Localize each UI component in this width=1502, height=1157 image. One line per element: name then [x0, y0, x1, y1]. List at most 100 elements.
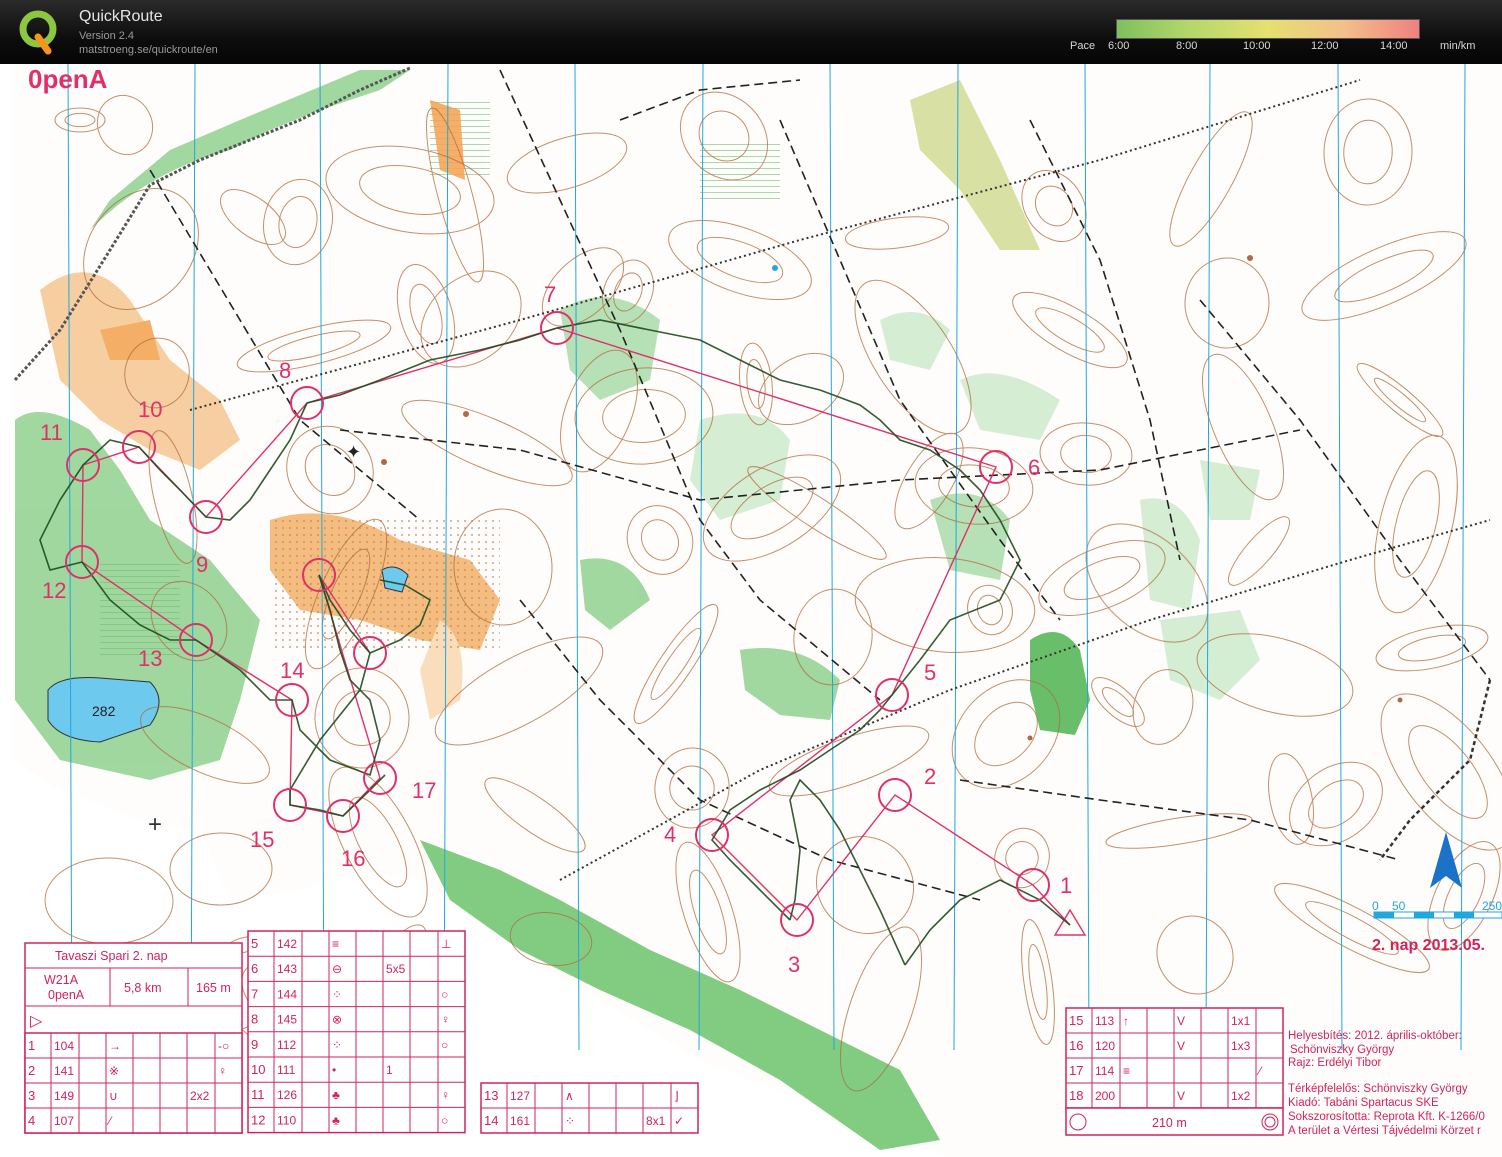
sheet-cell-code: 161 [510, 1114, 530, 1128]
sheet-cell-n: 17 [1069, 1063, 1083, 1078]
control-number: 10 [138, 397, 162, 422]
sheet-cell-s2: V [1177, 1089, 1185, 1103]
sheet-cell-code: 111 [277, 1063, 296, 1077]
sheet-cell-n: 6 [251, 961, 258, 976]
pace-color-scale [1116, 19, 1420, 39]
sheet-cell-code: 144 [277, 987, 297, 1001]
black-cross-icon: ✦ [346, 442, 361, 462]
sheet-cell-n: 15 [1069, 1013, 1083, 1028]
sheet-cell-n: 1 [28, 1038, 35, 1053]
sheet-cell-code: 104 [54, 1039, 74, 1053]
sheet-cell-n: 3 [28, 1088, 35, 1103]
sheet-cell-dim: 1x2 [1231, 1089, 1251, 1103]
sheet-cell-dim: 1 [386, 1063, 393, 1077]
sheet-event-title: Tavaszi Spari 2. nap [55, 949, 168, 963]
control-number: 13 [138, 646, 162, 671]
pace-tick: 14:00 [1380, 40, 1408, 52]
quickroute-logo-icon [19, 10, 57, 55]
app-title: QuickRoute [79, 8, 163, 25]
sheet-cell-dim: 8x1 [646, 1114, 666, 1128]
credit-line: Rajz: Erdélyi Tibor [1288, 1057, 1381, 1069]
sheet-cell-n: 16 [1069, 1038, 1083, 1053]
map-cross-icon: + [148, 811, 162, 838]
sheet-cell-sym: ∧ [565, 1089, 574, 1103]
sheet-cell-sym: ※ [109, 1064, 119, 1078]
credit-line: Schönviszky György [1290, 1044, 1394, 1056]
sheet-cell-sym: ♣ [332, 1113, 340, 1127]
control-number: 8 [279, 358, 291, 383]
credit-line: Sokszorosította: Reprota Kft. K-1266/0 [1288, 1111, 1485, 1123]
app-header: QuickRoute Version 2.4 matstroeng.se/qui… [0, 0, 1502, 64]
sheet-cell-sym: ≡ [1123, 1064, 1130, 1078]
sheet-cell-s2: V [1177, 1014, 1185, 1028]
pace-unit: min/km [1440, 40, 1476, 52]
sheet-cell-extra: ○ [441, 1113, 448, 1127]
sheet-class: 0penA [48, 988, 85, 1002]
sheet-cell-n: 10 [251, 1062, 265, 1077]
sheet-length: 5,8 km [124, 981, 162, 995]
sheet-cell-code: 149 [54, 1089, 74, 1103]
sheet-cell-dim: 1x3 [1231, 1039, 1251, 1053]
control-number: 3 [788, 952, 800, 977]
pace-tick: 8:00 [1176, 40, 1198, 52]
sheet-cell-n: 13 [484, 1088, 498, 1103]
sheet-cell-sym: ⁘ [332, 987, 342, 1001]
control-number: 1 [1060, 873, 1072, 898]
orienteering-map[interactable]: 282 12345678910111213 14151617 ✦ + 0penA… [0, 64, 1502, 1157]
sheet-cell-sym: ⊗ [332, 1013, 342, 1027]
sheet-cell-extra: ⌋ [674, 1089, 679, 1103]
pace-tick: 12:00 [1311, 40, 1339, 52]
sheet-cell-extra: ○ [441, 1038, 448, 1052]
sheet-cell-sym: → [109, 1039, 121, 1053]
sheet-cell-extra: ♀ [441, 1013, 450, 1027]
sheet-cell-code: 113 [1095, 1014, 1114, 1028]
sheet-cell-code: 114 [1095, 1064, 1114, 1078]
sheet-cell-n: 4 [28, 1113, 35, 1128]
sheet-cell-extra: -○ [218, 1039, 229, 1053]
lake-height-label: 282 [92, 703, 116, 719]
control-number: 15 [250, 827, 274, 852]
scale-number: 50 [1392, 899, 1406, 913]
pace-label: Pace [1070, 40, 1096, 52]
sheet-cell-n: 14 [484, 1113, 498, 1128]
map-date: 2. nap 2013.05. [1372, 937, 1485, 954]
sheet-cell-n: 18 [1069, 1088, 1083, 1103]
sheet-cell-extra: ♀ [218, 1064, 227, 1078]
sheet-cell-s2: V [1177, 1039, 1185, 1053]
sheet-cell-extra: ♀ [441, 1088, 450, 1102]
control-number: 5 [924, 660, 936, 685]
sheet-cell-dim: 2x2 [190, 1089, 210, 1103]
control-number: 4 [664, 822, 676, 847]
control-number: 16 [341, 846, 365, 871]
sheet-cell-extra: ✓ [674, 1114, 684, 1128]
control-number: 2 [924, 764, 936, 789]
sheet-cell-code: 200 [1095, 1089, 1115, 1103]
control-number: 7 [544, 282, 556, 307]
sheet-cell-extra: ○ [441, 987, 448, 1001]
sheet-cell-sym: • [332, 1063, 336, 1077]
sheet-cell-sym: ↑ [1123, 1014, 1129, 1028]
sheet-cell-n: 7 [251, 986, 258, 1001]
sheet-cell-code: 112 [277, 1038, 296, 1052]
credit-line: Térképfelelős: Schönviszky György [1288, 1083, 1468, 1095]
pace-tick: 10:00 [1243, 40, 1271, 52]
sheet-cell-code: 127 [510, 1089, 530, 1103]
sheet-cell-code: 143 [277, 962, 297, 976]
sheet-cell-code: 107 [54, 1114, 74, 1128]
control-number: 17 [412, 778, 436, 803]
credit-line: Kiadó: Tabáni Spartacus SKE [1288, 1097, 1439, 1109]
sheet-cell-sym: ♣ [332, 1088, 340, 1102]
scale-number: 250 [1482, 899, 1502, 913]
sheet-cell-sym: ∪ [109, 1089, 118, 1103]
scale-number: 0 [1372, 899, 1379, 913]
sheet-cell-sym: ≡ [332, 937, 339, 951]
app-url[interactable]: matstroeng.se/quickroute/en [79, 44, 218, 56]
sheet-cell-sym: ⊖ [332, 962, 342, 976]
sheet-climb: 165 m [196, 981, 231, 995]
sheet-cell-code: 126 [277, 1088, 297, 1102]
sheet-cell-code: 141 [54, 1064, 74, 1078]
sheet-start-icon: ▷ [30, 1013, 43, 1030]
control-number: 12 [42, 578, 66, 603]
pace-tick: 6:00 [1108, 40, 1130, 52]
map-class-title: 0penA [28, 64, 108, 94]
